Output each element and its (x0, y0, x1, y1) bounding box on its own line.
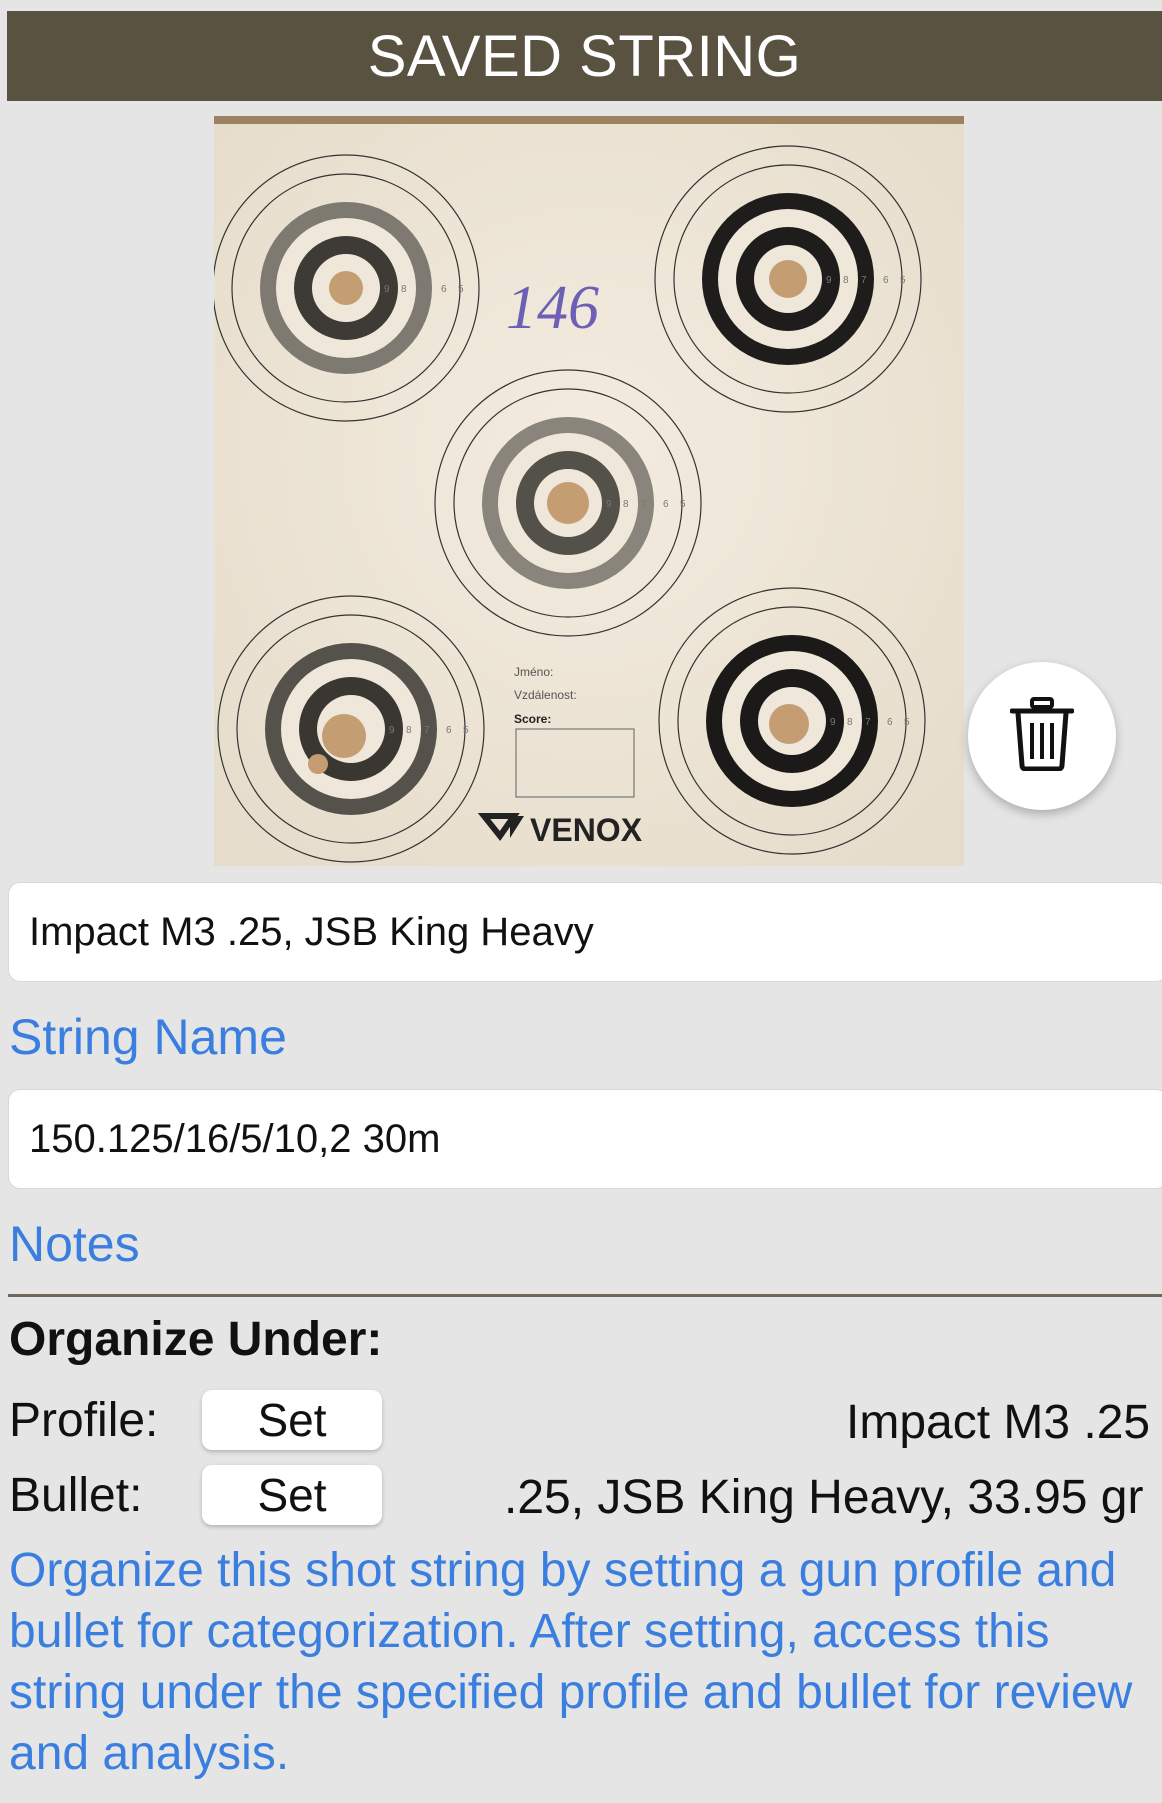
ring-number: 7 (424, 725, 430, 736)
ring-number: 5 (463, 725, 469, 736)
card-label-name: Jméno: (514, 665, 553, 679)
notes-value: 150.125/16/5/10,2 30m (29, 1116, 441, 1161)
string-name-value: Impact M3 .25, JSB King Heavy (29, 909, 594, 954)
ring-number: 9 (830, 717, 836, 728)
target-photo[interactable]: 146 Jméno: Vzdálenost: Score: VENOX 9876… (214, 116, 964, 866)
card-label-distance: Vzdálenost: (514, 688, 577, 702)
string-name-field[interactable]: Impact M3 .25, JSB King Heavy (8, 882, 1162, 982)
ring-number: 9 (606, 499, 612, 510)
profile-value: Impact M3 .25 (846, 1396, 1151, 1449)
bullet-value: .25, JSB King Heavy, 33.95 gr (504, 1471, 1144, 1524)
ring-number: 9 (384, 284, 390, 295)
card-label-score: Score: (514, 712, 551, 726)
ring-number: 7 (419, 284, 425, 295)
bullet-label: Bullet: (9, 1469, 143, 1522)
ring-number: 5 (904, 717, 910, 728)
ring-number: 6 (446, 725, 452, 736)
ring-number: 9 (826, 275, 832, 286)
ring-number: 5 (680, 499, 686, 510)
string-name-label: String Name (9, 1009, 287, 1065)
organize-help-text: Organize this shot string by setting a g… (9, 1544, 1133, 1780)
ring-number: 5 (900, 275, 906, 286)
delete-button[interactable] (968, 662, 1116, 810)
svg-text:VENOX: VENOX (530, 812, 643, 848)
set-profile-button[interactable]: Set (202, 1390, 382, 1450)
ring-number: 7 (865, 717, 871, 728)
ring-number: 6 (883, 275, 889, 286)
ring-number: 5 (458, 284, 464, 295)
ring-number: 8 (401, 284, 407, 295)
ring-number: 7 (861, 275, 867, 286)
set-bullet-button[interactable]: Set (202, 1465, 382, 1525)
profile-label: Profile: (9, 1394, 159, 1447)
ring-number: 8 (623, 499, 629, 510)
organize-title: Organize Under: (9, 1313, 383, 1366)
ring-number: 8 (843, 275, 849, 286)
divider (8, 1294, 1162, 1297)
ring-number: 7 (641, 499, 647, 510)
trash-icon (1009, 696, 1075, 776)
ring-number: 6 (887, 717, 893, 728)
notes-field[interactable]: 150.125/16/5/10,2 30m (8, 1089, 1162, 1189)
page-title: SAVED STRING (7, 11, 1162, 101)
ring-number: 9 (389, 725, 395, 736)
handwritten-score: 146 (506, 274, 599, 342)
ring-number: 8 (406, 725, 412, 736)
ring-number: 6 (441, 284, 447, 295)
ring-number: 6 (663, 499, 669, 510)
ring-number: 8 (847, 717, 853, 728)
notes-label: Notes (9, 1216, 140, 1272)
